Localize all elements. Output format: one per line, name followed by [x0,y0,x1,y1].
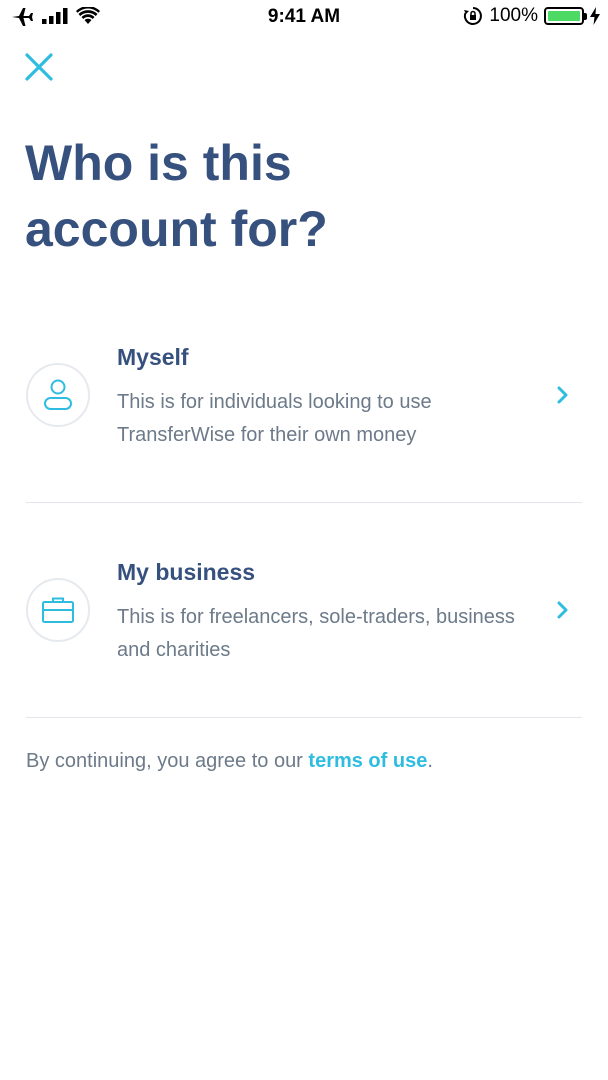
chevron-right-icon [557,386,568,404]
terms-prefix: By continuing, you agree to our [26,750,309,772]
battery-percent: 100% [489,5,538,26]
option-description: This is for individuals looking to use T… [117,391,432,446]
terms-suffix: . [427,750,433,772]
charging-icon [590,7,600,25]
page-title: Who is this account for? [25,135,328,257]
option-myself[interactable]: Myself This is for individuals looking t… [26,288,582,503]
status-bar: 9:41 AM 100% [0,0,608,34]
close-button[interactable] [24,52,54,82]
divider [26,717,582,718]
rotation-lock-icon [464,7,483,25]
person-icon [44,379,72,410]
option-icon-circle [26,578,90,642]
chevron-right-icon [557,601,568,619]
option-icon-circle [26,363,90,427]
option-title: My business [117,559,256,585]
close-icon [25,53,53,81]
battery-level [548,11,580,21]
terms-of-use-link[interactable]: terms of use [308,750,427,772]
status-right: 100% [463,5,600,27]
option-description: This is for freelancers, sole-traders, b… [117,606,515,661]
terms-notice: By continuing, you agree to our terms of… [26,750,433,773]
battery-icon [544,7,587,25]
option-my-business[interactable]: My business This is for freelancers, sol… [26,503,582,718]
briefcase-icon [42,597,74,623]
option-title: Myself [117,344,189,370]
